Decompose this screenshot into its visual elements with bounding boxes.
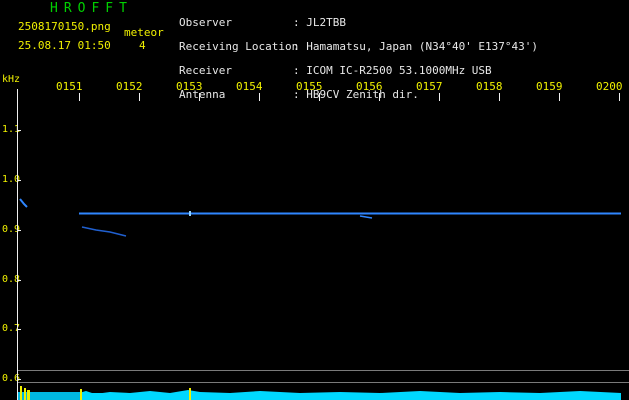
- spectrum-band: [79, 390, 621, 396]
- spectrum-peak: [189, 388, 191, 400]
- spectrum-peak: [27, 390, 30, 400]
- meteor-echo-trace: [19, 198, 28, 208]
- spectrogram: [18, 198, 629, 400]
- meteor-echo-trace: [81, 226, 127, 237]
- spectrum-peak: [20, 386, 22, 400]
- meteor-echo-trace: [189, 211, 191, 216]
- spectrum-peak: [24, 388, 26, 400]
- meteor-echo-trace: [359, 215, 373, 219]
- spectrum-peak: [80, 389, 82, 400]
